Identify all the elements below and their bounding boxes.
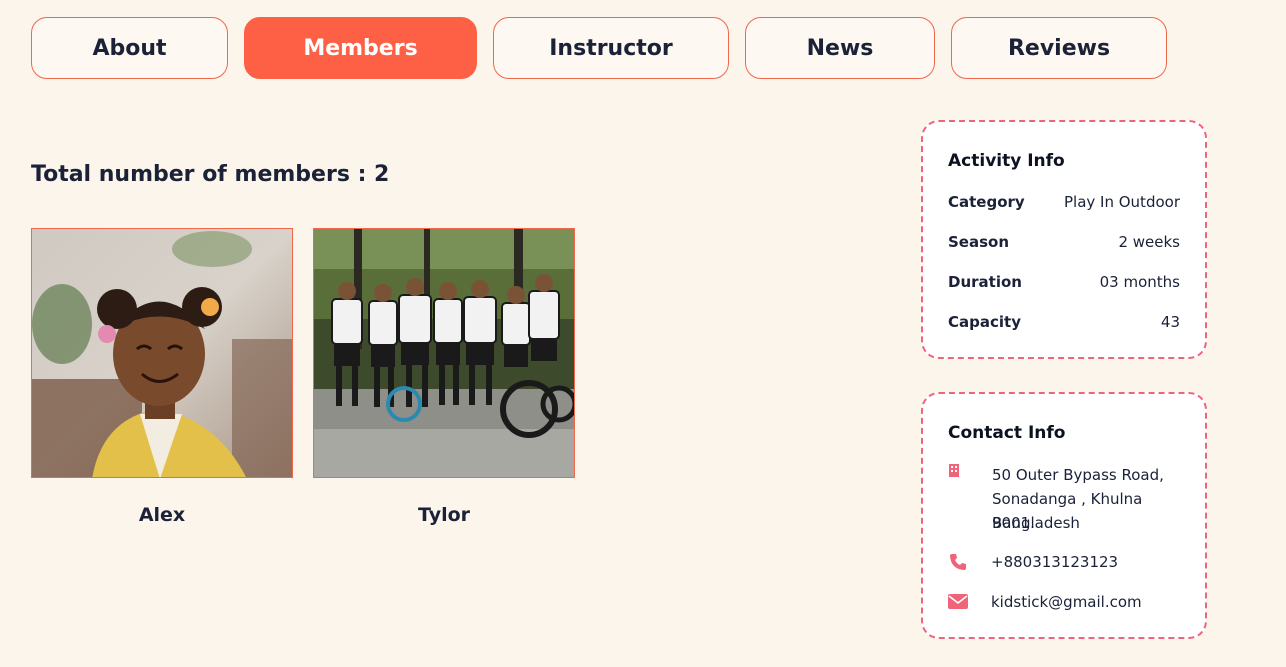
address-line: Bangladesh xyxy=(992,514,1080,532)
activity-info-card: Activity Info Category Play In Outdoor S… xyxy=(921,120,1207,359)
info-row-duration: Duration 03 months xyxy=(948,273,1180,293)
info-key: Season xyxy=(948,233,1010,251)
contact-email[interactable]: kidstick@gmail.com xyxy=(948,592,1185,614)
info-value: 2 weeks xyxy=(1118,233,1180,251)
member-name: Alex xyxy=(138,504,186,526)
tab-news[interactable]: News xyxy=(745,17,935,79)
email-address[interactable]: kidstick@gmail.com xyxy=(991,593,1142,611)
address-line: 50 Outer Bypass Road, xyxy=(992,466,1164,484)
tab-reviews[interactable]: Reviews xyxy=(951,17,1167,79)
contact-phone[interactable]: +880313123123 xyxy=(948,552,1185,574)
contact-info-card: Contact Info 50 Outer Bypass Road, Sonad… xyxy=(921,392,1207,639)
info-row-category: Category Play In Outdoor xyxy=(948,193,1180,213)
phone-number[interactable]: +880313123123 xyxy=(991,553,1118,571)
member-photo-child[interactable] xyxy=(31,228,293,478)
info-value: 43 xyxy=(1160,313,1180,331)
info-key: Capacity xyxy=(948,313,1021,331)
info-value: Play In Outdoor xyxy=(1064,193,1180,211)
info-key: Category xyxy=(948,193,1025,211)
contact-info-title: Contact Info xyxy=(948,423,1066,443)
building-icon xyxy=(948,463,960,481)
info-key: Duration xyxy=(948,273,1022,291)
info-value: 03 months xyxy=(1099,273,1180,291)
info-row-capacity: Capacity 43 xyxy=(948,313,1180,333)
contact-address: 50 Outer Bypass Road, Sonadanga , Khulna… xyxy=(948,463,1185,535)
activity-info-title: Activity Info xyxy=(948,151,1065,171)
member-card[interactable]: Tylor xyxy=(313,228,575,526)
member-photo-cyclists[interactable] xyxy=(313,228,575,478)
info-row-season: Season 2 weeks xyxy=(948,233,1180,253)
tab-about[interactable]: About xyxy=(31,17,228,79)
tab-members[interactable]: Members xyxy=(244,17,477,79)
child-portrait-image xyxy=(32,229,292,477)
members-total-heading: Total number of members : 2 xyxy=(31,162,390,187)
phone-icon xyxy=(948,552,968,576)
envelope-icon xyxy=(948,592,968,614)
cycling-group-image xyxy=(314,229,574,477)
member-card[interactable]: Alex xyxy=(31,228,293,526)
tab-instructor[interactable]: Instructor xyxy=(493,17,729,79)
member-name: Tylor xyxy=(417,504,471,526)
